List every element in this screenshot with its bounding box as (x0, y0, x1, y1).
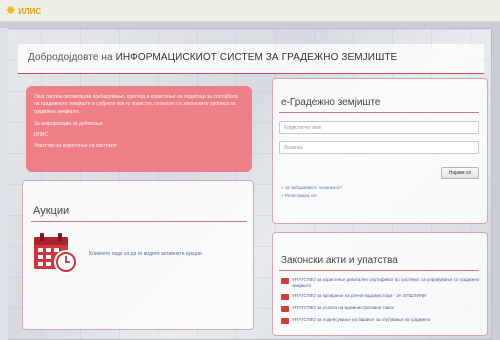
pdf-icon (281, 277, 289, 284)
auctions-panel: Аукции Кликнете овде за да ги видите акт… (22, 180, 254, 330)
list-item[interactable]: УПАТСТВО за користење дигитален сертифик… (281, 277, 483, 289)
header-band: Добродојдовте на ИНФОРМАЦИСКИОТ СИСТЕМ З… (18, 44, 484, 74)
pdf-icon (281, 305, 289, 312)
list-item[interactable]: УПАТСТВО за поднесување на барање за оту… (281, 317, 483, 324)
page-title: Добродојдовте на ИНФОРМАЦИСКИОТ СИСТЕМ З… (28, 52, 398, 63)
list-item[interactable]: УПАТСТВО за уплата на административни та… (281, 305, 483, 312)
intro-paragraph: Овој систем овозможува пребарување, прег… (34, 94, 238, 115)
legal-acts-panel: Законски акти и упатства УПАТСТВО за кор… (272, 232, 488, 336)
logo-text: ИЛИС (18, 6, 42, 16)
intro-line-2: ИЛИС (34, 131, 49, 138)
calendar-clock-icon[interactable] (33, 231, 79, 275)
auctions-link[interactable]: Кликнете овде за да ги видите активните … (89, 251, 202, 257)
intro-box: Овој систем овозможува пребарување, прег… (26, 86, 252, 172)
divider (279, 112, 479, 113)
login-button[interactable]: Најави се (441, 167, 479, 179)
top-bar: ✸ ИЛИС (0, 0, 500, 22)
login-title: е-Градежно земјиште (281, 97, 381, 108)
password-input[interactable] (279, 141, 479, 154)
legal-acts-title: Законски акти и упатства (281, 255, 398, 266)
pdf-icon (281, 317, 289, 324)
pdf-icon (281, 293, 289, 300)
forgot-password-link[interactable]: » Ја заборавивте лозинката? (281, 185, 342, 190)
login-panel: е-Градежно земјиште Најави се » Ја забор… (272, 78, 488, 224)
left-gutter (0, 28, 8, 340)
divider (31, 221, 247, 222)
list-item[interactable]: УПАТСТВО за креирање на рачни надоместоц… (281, 293, 483, 300)
star-icon: ✸ (6, 4, 16, 17)
intro-line-1[interactable]: За информации за добивање (34, 121, 244, 127)
app-logo[interactable]: ✸ ИЛИС (6, 4, 41, 18)
auctions-title: Аукции (33, 205, 70, 217)
divider (279, 270, 479, 271)
intro-line-3[interactable]: Упатство за користење на системот (34, 143, 244, 149)
username-input[interactable] (279, 121, 479, 134)
register-link[interactable]: » Регистрирај се! (281, 193, 317, 198)
